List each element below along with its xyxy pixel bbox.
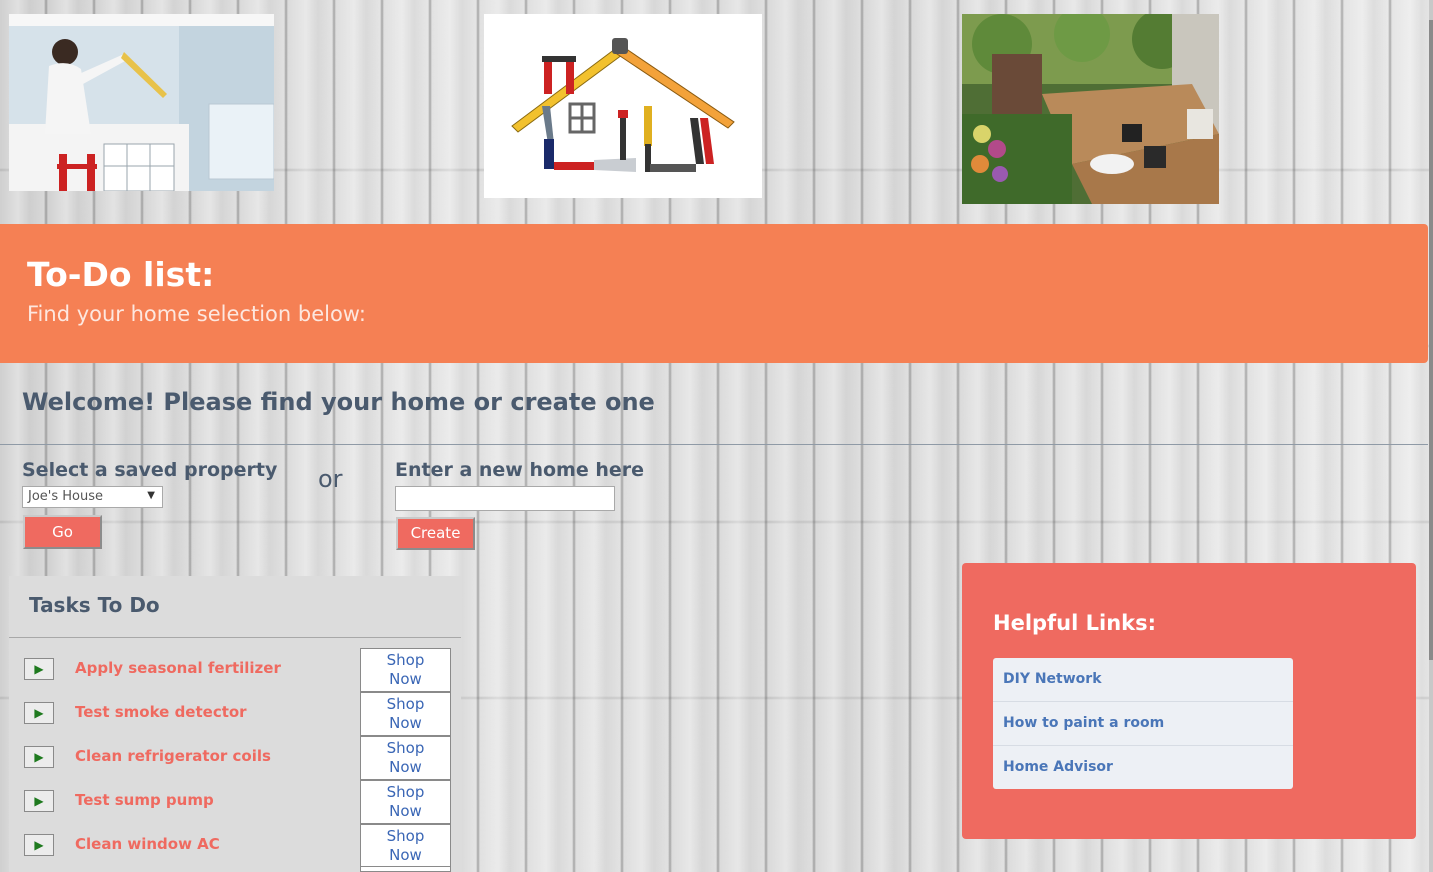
task-row: ▶ Clean window AC Shop Now <box>9 822 461 868</box>
shop-now-button[interactable]: Shop Now <box>360 824 451 868</box>
shop-now-label-line2: Now <box>389 802 422 820</box>
link-home-advisor[interactable]: Home Advisor <box>993 746 1293 789</box>
helpful-links-list: DIY Network How to paint a room Home Adv… <box>993 658 1293 789</box>
shop-now-button[interactable]: Shop Now <box>360 736 451 780</box>
tasks-title: Tasks To Do <box>29 593 160 617</box>
dropdown-arrow-icon: ▼ <box>147 490 155 501</box>
task-label: Test sump pump <box>75 791 214 809</box>
create-button[interactable]: Create <box>396 517 475 550</box>
shop-now-label-line1: Shop <box>386 739 425 757</box>
link-diy-network[interactable]: DIY Network <box>993 658 1293 702</box>
task-label: Clean window AC <box>75 835 220 853</box>
play-icon[interactable]: ▶ <box>24 702 54 724</box>
shop-now-button[interactable]: Shop Now <box>360 780 451 824</box>
task-row: ▶ Clean refrigerator coils Shop Now <box>9 734 461 780</box>
play-icon[interactable]: ▶ <box>24 658 54 680</box>
selected-property-value: Joe's House <box>28 489 104 504</box>
task-label: Clean refrigerator coils <box>75 747 271 765</box>
deck-photo <box>962 14 1219 204</box>
page-title: To-Do list: <box>27 255 215 294</box>
shop-now-label-line2: Now <box>389 714 422 732</box>
section-divider <box>0 444 1428 445</box>
shop-now-label-line2: Now <box>389 758 422 776</box>
play-icon[interactable]: ▶ <box>24 834 54 856</box>
tasks-divider <box>9 637 461 638</box>
play-icon[interactable]: ▶ <box>24 746 54 768</box>
page-subtitle: Find your home selection below: <box>27 302 366 326</box>
shop-now-button[interactable]: Shop Now <box>360 692 451 736</box>
or-separator: or <box>318 465 343 493</box>
go-button[interactable]: Go <box>23 515 102 549</box>
saved-property-label: Select a saved property <box>22 459 278 481</box>
shop-now-label-line2: Now <box>389 846 422 864</box>
task-row: ▶ Test sump pump Shop Now <box>9 778 461 824</box>
shop-now-label-line1: Shop <box>386 695 425 713</box>
shop-now-label-line1: Shop <box>386 651 425 669</box>
shop-now-label-line2: Now <box>389 670 422 688</box>
new-home-label: Enter a new home here <box>395 459 645 481</box>
task-row: ▶ Test smoke detector Shop Now <box>9 690 461 736</box>
link-how-to-paint-a-room[interactable]: How to paint a room <box>993 702 1293 746</box>
helpful-links-title: Helpful Links: <box>993 611 1157 635</box>
play-icon[interactable]: ▶ <box>24 790 54 812</box>
new-home-input[interactable] <box>395 486 615 511</box>
shop-now-button-partial[interactable] <box>360 866 451 872</box>
welcome-heading: Welcome! Please find your home or create… <box>22 388 655 416</box>
task-label: Apply seasonal fertilizer <box>75 659 281 677</box>
task-row: ▶ Apply seasonal fertilizer Shop Now <box>9 646 461 692</box>
saved-property-select[interactable]: Joe's House ▼ <box>22 486 163 508</box>
tools-house-logo <box>484 14 762 198</box>
scrollbar-thumb[interactable] <box>1429 20 1433 660</box>
task-label: Test smoke detector <box>75 703 247 721</box>
shop-now-label-line1: Shop <box>386 827 425 845</box>
shop-now-label-line1: Shop <box>386 783 425 801</box>
shop-now-button[interactable]: Shop Now <box>360 648 451 692</box>
painter-photo <box>9 14 274 191</box>
